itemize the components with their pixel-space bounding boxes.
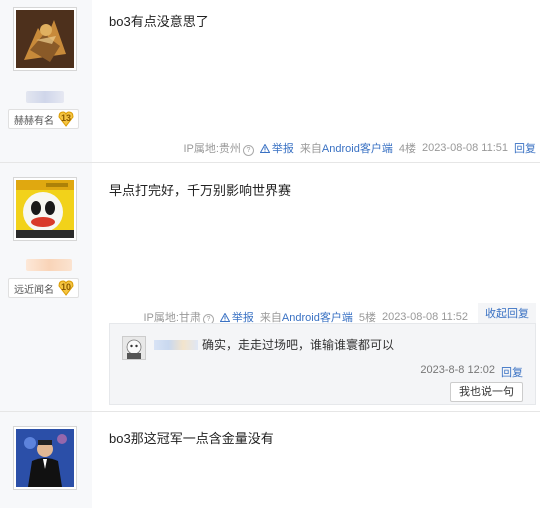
sub-reply-username-blurred[interactable]: [154, 340, 198, 350]
avatar[interactable]: [13, 7, 77, 71]
badge-title: 赫赫有名: [14, 115, 54, 127]
avatar[interactable]: [13, 177, 77, 241]
source-link[interactable]: Android客户端: [322, 143, 393, 155]
post-floor-4: 赫赫有名 13 bo3有点没意思了 IP属地:贵州? 举报 来自Android客…: [0, 0, 540, 162]
honor-badge[interactable]: 赫赫有名 13: [8, 109, 79, 129]
username-blurred[interactable]: [26, 91, 64, 103]
post-content: bo3有点没意思了: [109, 14, 209, 29]
avatar-image: [123, 337, 145, 359]
post-time: 2023-08-08 11:51: [421, 142, 508, 154]
badge-title: 远近闻名: [14, 284, 54, 296]
sub-reply-meta: 2023-8-8 12:02 回复: [420, 364, 523, 380]
ip-location: IP属地:贵州?: [183, 140, 254, 156]
post-floor-5: 远近闻名 10 早点打完好，千万别影响世界赛 IP属地:甘肃? 举报 来自And…: [0, 163, 540, 411]
warning-triangle-icon: [219, 312, 230, 322]
honor-badge[interactable]: 远近闻名 10: [8, 278, 79, 298]
question-circle-icon[interactable]: ?: [242, 145, 254, 156]
sub-reply-avatar[interactable]: [122, 336, 146, 360]
say-something-button[interactable]: 我也说一句: [450, 382, 523, 402]
collapse-replies-button[interactable]: 收起回复: [478, 303, 536, 325]
post-content: 早点打完好，千万别影响世界赛: [109, 183, 292, 198]
post-content: bo3那这冠军一点含金量没有: [109, 431, 274, 446]
avatar-image: [16, 10, 74, 68]
source-info: 来自Android客户端: [299, 143, 393, 155]
level-number: 10: [60, 282, 71, 292]
heart-badge-icon: 10: [58, 280, 74, 296]
sub-reply-box: 确实，走走过场吧，谁输谁寰都可以 2023-8-8 12:02 回复 我也说一句: [109, 323, 536, 405]
post-meta: IP属地:贵州? 举报 来自Android客户端 4楼 2023-08-08 1…: [183, 140, 536, 156]
avatar-image: [16, 180, 74, 238]
floor-number: 4楼: [398, 143, 416, 155]
sub-reply-time: 2023-8-8 12:02: [420, 364, 495, 376]
avatar[interactable]: [13, 426, 77, 490]
sub-reply-link[interactable]: 回复: [501, 364, 523, 380]
avatar-image: [16, 429, 74, 487]
level-number: 13: [60, 113, 71, 123]
post-floor-6: bo3那这冠军一点含金量没有: [0, 412, 540, 508]
reply-link[interactable]: 回复: [514, 140, 536, 156]
warning-triangle-icon: [259, 143, 270, 153]
heart-badge-icon: 13: [58, 111, 74, 127]
username-blurred[interactable]: [26, 259, 72, 271]
sub-reply-text: 确实，走走过场吧，谁输谁寰都可以: [202, 338, 395, 352]
post-time: 2023-08-08 11:52: [381, 311, 468, 323]
report-link[interactable]: 举报: [259, 140, 294, 156]
